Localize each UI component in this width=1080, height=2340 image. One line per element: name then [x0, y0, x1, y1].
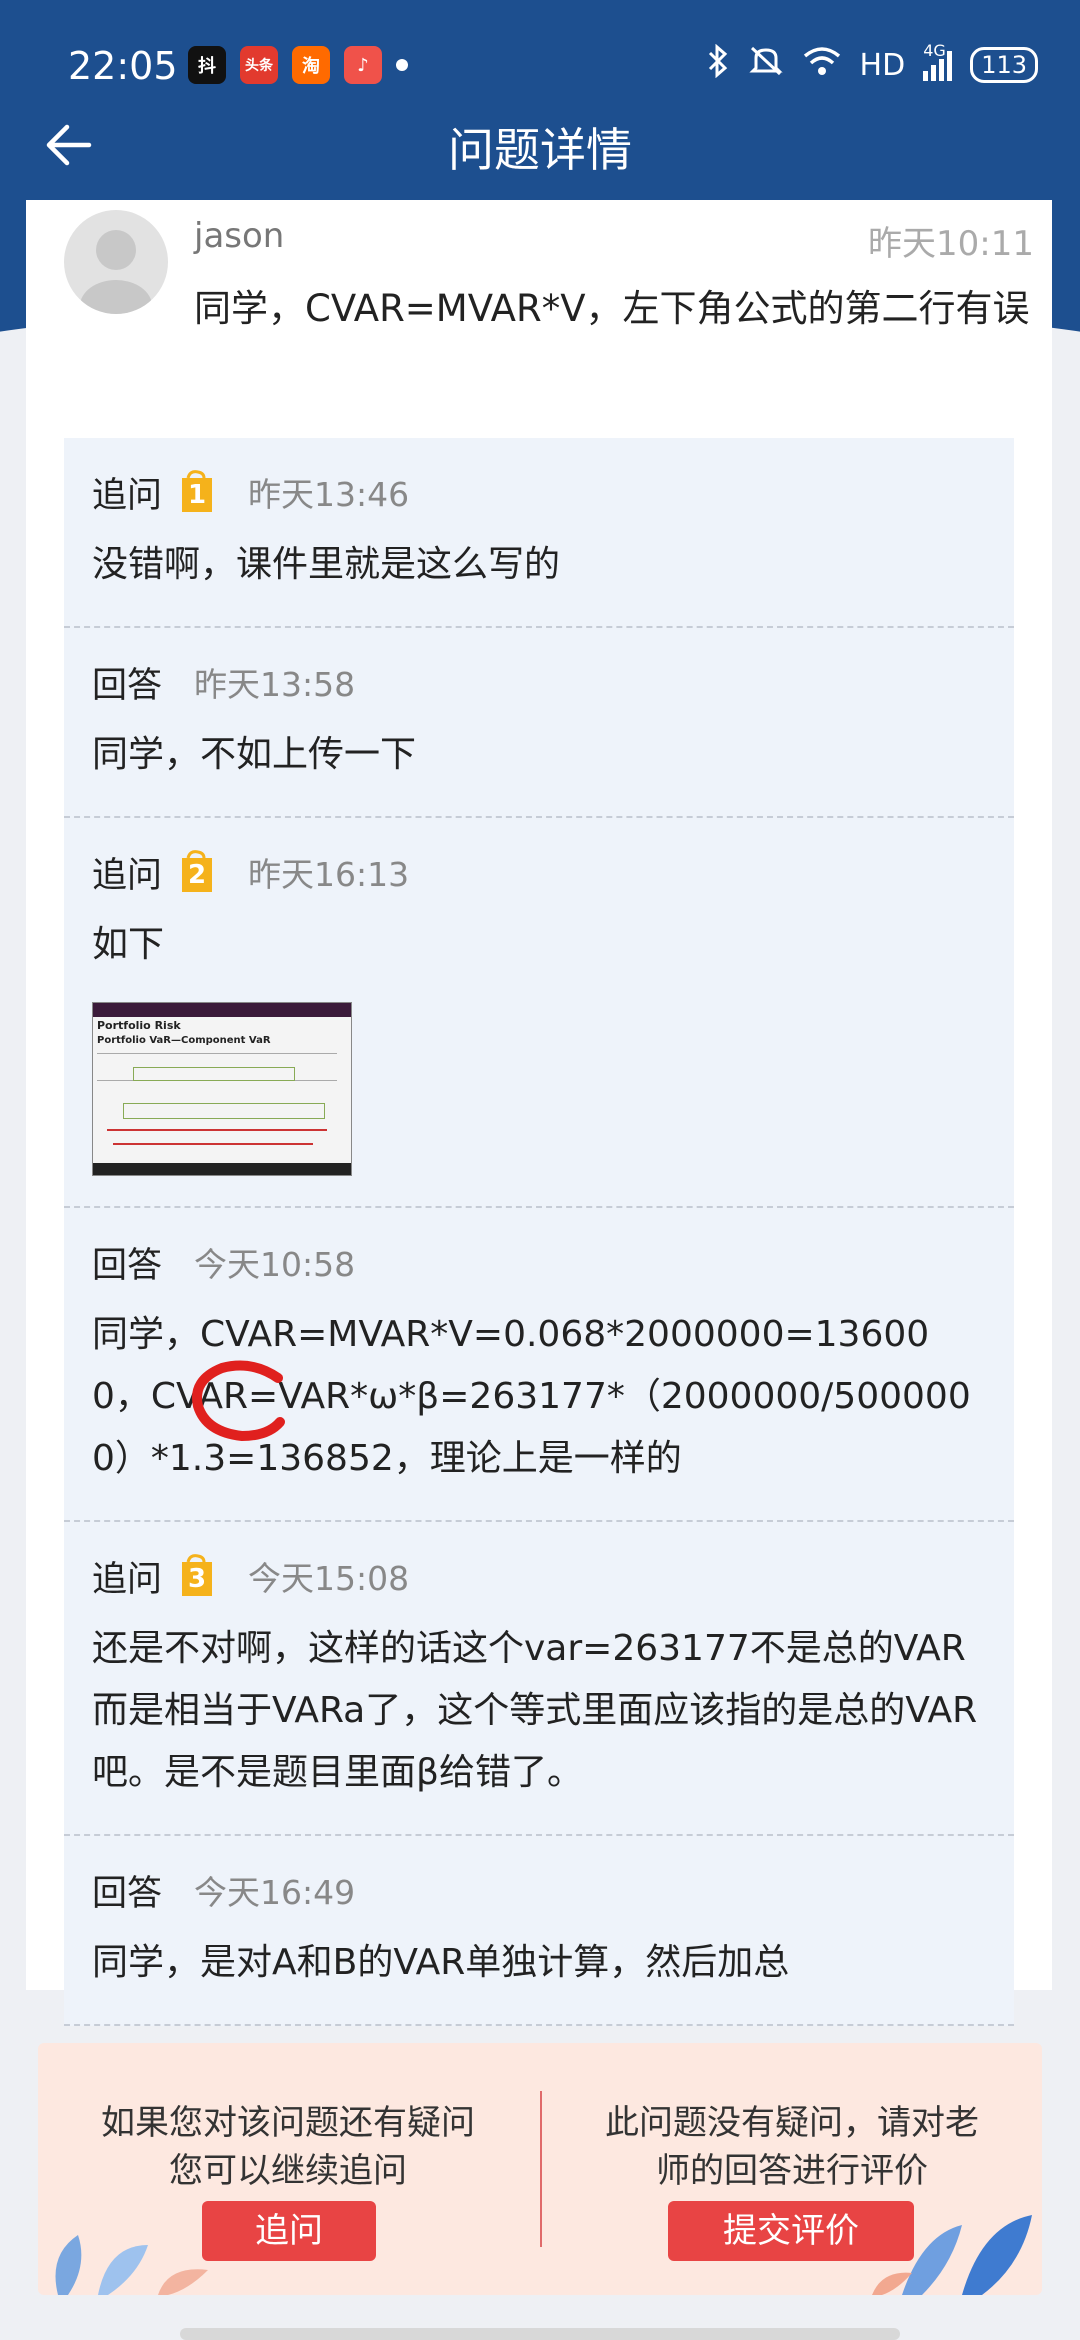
thumb-heading: Portfolio Risk: [97, 1019, 181, 1032]
mute-icon: [748, 44, 784, 86]
entry-text: 还是不对啊，这样的话这个var=263177不是总的VAR而是相当于VARa了，…: [92, 1628, 978, 1793]
bluetooth-icon: [706, 43, 730, 86]
prompt-line-1: 此问题没有疑问，请对老: [605, 2103, 979, 2143]
badge-number: 2: [187, 860, 207, 890]
handwritten-circle-mark: [192, 1360, 285, 1442]
music-icon: ♪: [344, 46, 382, 84]
badge-number: 3: [187, 1564, 207, 1594]
attached-image-thumbnail[interactable]: Portfolio Risk Portfolio VaR—Component V…: [92, 1002, 352, 1176]
question-card: jason 昨天10:11 同学，CVAR=MVAR*V，左下角公式的第二行有误…: [26, 200, 1052, 2026]
thread-entry-answer: 回答 昨天13:58 同学，不如上传一下: [64, 628, 1014, 818]
page-title: 问题详情: [448, 123, 632, 177]
followup-count-badge-icon: 1: [178, 470, 216, 514]
notification-icons: 抖 头条 淘 ♪: [188, 46, 408, 84]
entry-kind: 追问: [92, 475, 163, 516]
signal-icon: 4G: [923, 41, 953, 81]
entry-time: 今天10:58: [194, 1245, 356, 1284]
thread-entry-answer: 回答 今天16:49 同学，是对A和B的VAR单独计算，然后加总: [64, 1836, 1014, 2026]
toutiao-icon: 头条: [240, 46, 278, 84]
footer-action-panel: 如果您对该问题还有疑问 您可以继续追问 追问 此问题没有疑问，请对老 师的回答进…: [38, 2043, 1042, 2295]
rate-answer-prompt: 此问题没有疑问，请对老 师的回答进行评价: [542, 2099, 1042, 2195]
badge-number: 1: [187, 480, 207, 510]
entry-kind: 回答: [92, 1873, 163, 1914]
thread-entry-followup: 追问 3 今天15:08 还是不对啊，这样的话这个var=263177不是总的V…: [64, 1522, 1014, 1836]
question-time: 昨天10:11: [868, 224, 1034, 264]
entry-kind: 追问: [92, 855, 163, 896]
decorative-plant-left-icon: [55, 2235, 208, 2295]
bottom-navigation-edge: [180, 2328, 900, 2340]
tiktok-icon: 抖: [188, 46, 226, 84]
entry-time: 昨天13:46: [248, 475, 410, 514]
entry-text: 如下: [92, 924, 165, 965]
avatar: [64, 210, 168, 314]
follow-up-button[interactable]: 追问: [202, 2201, 376, 2261]
thumb-subheading: Portfolio VaR—Component VaR: [97, 1035, 271, 1046]
prompt-line-2: 师的回答进行评价: [656, 2151, 928, 2191]
title-bar: 问题详情: [0, 100, 1080, 200]
thread-entry-answer: 回答 今天10:58 同学，CVAR=MVAR*V=0.068*2000000=…: [64, 1208, 1014, 1522]
question-username: jason: [194, 216, 285, 256]
entry-kind: 回答: [92, 1245, 163, 1286]
question-text: 同学，CVAR=MVAR*V，左下角公式的第二行有误: [194, 287, 1030, 330]
submit-rating-button[interactable]: 提交评价: [668, 2201, 914, 2261]
thread-entry-followup: 追问 2 昨天16:13 如下 Portfolio Risk Portfolio…: [64, 818, 1014, 1208]
entry-time: 今天16:49: [194, 1873, 356, 1912]
signal-label: 4G: [923, 41, 946, 60]
entry-time: 昨天16:13: [248, 855, 410, 894]
entry-kind: 回答: [92, 665, 163, 706]
thread-list: 追问 1 昨天13:46 没错啊，课件里就是这么写的 回答 昨天13:58 同学…: [64, 438, 1014, 2026]
more-notifications-icon: [396, 59, 408, 71]
followup-count-badge-icon: 2: [178, 850, 216, 894]
thread-entry-followup: 追问 1 昨天13:46 没错啊，课件里就是这么写的: [64, 438, 1014, 628]
entry-text: 同学，是对A和B的VAR单独计算，然后加总: [92, 1942, 790, 1983]
entry-text: 没错啊，课件里就是这么写的: [92, 544, 561, 585]
hd-label: HD: [859, 47, 906, 83]
entry-kind: 追问: [92, 1559, 163, 1600]
status-time: 22:05: [68, 44, 178, 88]
prompt-line-2: 您可以继续追问: [169, 2151, 407, 2191]
entry-text: 同学，不如上传一下: [92, 734, 417, 775]
continue-asking-prompt: 如果您对该问题还有疑问 您可以继续追问: [38, 2099, 538, 2195]
entry-time: 昨天13:58: [194, 665, 356, 704]
status-right: HD 4G 113: [706, 41, 1038, 86]
prompt-line-1: 如果您对该问题还有疑问: [101, 2103, 475, 2143]
entry-time: 今天15:08: [248, 1559, 410, 1598]
followup-count-badge-icon: 3: [178, 1554, 216, 1598]
wifi-icon: [802, 45, 842, 85]
battery-indicator: 113: [970, 47, 1038, 83]
taobao-icon: 淘: [292, 46, 330, 84]
